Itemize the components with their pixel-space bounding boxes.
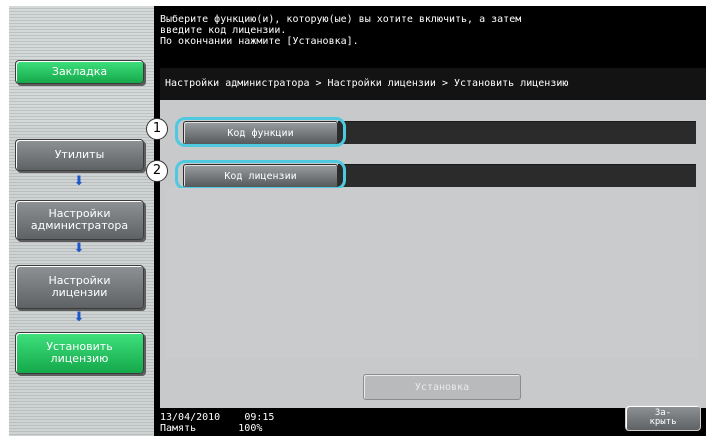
license-settings-button[interactable]: Настройки лицензии <box>15 265 144 309</box>
status-bar: 13/04/2010 09:15 Память 100% <box>160 412 274 434</box>
admin-settings-label-2: администратора <box>30 219 129 232</box>
message-line-2: введите код лицензии. <box>160 25 287 36</box>
status-time: 09:15 <box>244 412 275 423</box>
close-button[interactable]: За- крыть <box>625 405 701 431</box>
content-area <box>166 188 698 358</box>
license-code-field[interactable] <box>338 164 696 187</box>
message-line-1: Выберите функцию(и), которую(ые) вы хоти… <box>160 14 522 25</box>
callout-number-1: 1 <box>146 118 168 140</box>
sidebar: Закладка Утилиты ⬇ Настройки администрат… <box>9 6 154 436</box>
down-arrow-icon: ⬇ <box>73 310 85 325</box>
install-license-button[interactable]: Установить лицензию <box>15 332 144 374</box>
install-button[interactable]: Установка <box>363 374 521 400</box>
admin-settings-button[interactable]: Настройки администратора <box>15 200 144 240</box>
breadcrumb: Настройки администратора > Настройки лиц… <box>160 68 706 100</box>
callout-number-2: 2 <box>146 160 168 182</box>
function-code-field[interactable] <box>338 121 696 144</box>
bookmark-button[interactable]: Закладка <box>15 60 144 84</box>
instruction-message: Выберите функцию(и), которую(ые) вы хоти… <box>160 14 521 47</box>
panel-screen: Закладка Утилиты ⬇ Настройки администрат… <box>9 6 706 436</box>
callout-ring-2 <box>175 160 346 190</box>
down-arrow-icon: ⬇ <box>73 241 85 256</box>
install-button-label: Установка <box>414 381 470 393</box>
license-code-row: Код лицензии <box>166 160 698 190</box>
close-label-2: крыть <box>649 417 677 427</box>
bookmark-label: Закладка <box>51 65 108 78</box>
status-memory-value: 100% <box>238 423 263 434</box>
callout-ring-1 <box>175 117 346 147</box>
function-code-row: Код функции <box>166 117 698 147</box>
utilities-label: Утилиты <box>54 148 105 161</box>
license-settings-label-2: лицензии <box>51 286 108 299</box>
message-line-3: По окончании нажмите [Установка]. <box>160 36 359 47</box>
down-arrow-icon: ⬇ <box>73 174 85 189</box>
install-license-label-2: лицензию <box>50 352 109 365</box>
main-panel: Настройки администратора > Настройки лиц… <box>146 68 706 408</box>
utilities-button[interactable]: Утилиты <box>15 139 144 171</box>
status-date: 13/04/2010 <box>160 412 221 423</box>
status-memory-label: Память <box>160 423 197 434</box>
